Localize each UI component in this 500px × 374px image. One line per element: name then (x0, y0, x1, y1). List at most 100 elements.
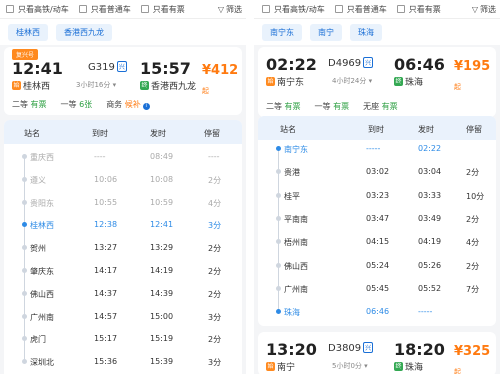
duration-text: 5小时0分 (332, 362, 362, 370)
checkbox-icon[interactable] (78, 5, 87, 13)
filter-normal-only[interactable]: 只看普通车 (334, 4, 387, 15)
stop-depart: 03:04 (418, 167, 442, 177)
filter-tickets-only[interactable]: 只看有票 (140, 4, 185, 15)
stop-station: 贺州 (30, 244, 46, 254)
header-station: 站名 (24, 129, 40, 138)
stop-depart: 03:49 (418, 213, 442, 223)
station-chip[interactable]: 珠海 (350, 23, 382, 41)
station-chip[interactable]: 桂林西 (8, 23, 48, 41)
train-number-text: G319 (88, 62, 115, 73)
stop-station: 肇庆东 (30, 267, 54, 276)
filter-button-label: 筛选 (480, 4, 496, 14)
train-card[interactable]: 02:22 D4969 兴 06:46 ¥195起 始南宁东 4小时24分 ▾ 终… (258, 47, 496, 117)
station-chip[interactable]: 南宁东 (262, 23, 302, 41)
stop-arrive: 03:47 (366, 213, 390, 223)
stop-depart: 05:52 (418, 283, 442, 293)
stop-stay: 3分 (208, 358, 222, 368)
checkbox-icon[interactable] (396, 5, 405, 13)
stop-depart: 14:39 (150, 288, 174, 298)
stop-depart: 12:41 (150, 220, 174, 230)
stop-row[interactable]: 桂平 03:23 03:33 10分 (258, 191, 496, 203)
stop-row[interactable]: 平南南 03:47 03:49 2分 (258, 214, 496, 226)
stop-row[interactable]: 广州南 05:45 05:52 7分 (258, 284, 496, 296)
stop-row[interactable]: 贵港 03:02 03:04 2分 (258, 167, 496, 179)
stop-station: 平南南 (284, 214, 308, 224)
filter-tickets-only[interactable]: 只看有票 (396, 4, 441, 15)
stop-station: 遵义 (30, 175, 46, 185)
duration-text: 4小时24分 (332, 77, 367, 85)
stop-arrive: ---- (94, 152, 106, 161)
stop-depart: 03:33 (418, 190, 442, 200)
stop-depart: 10:08 (150, 174, 174, 184)
stop-station: 贵港 (284, 168, 300, 178)
price-value: 412 (211, 63, 239, 78)
stop-row[interactable]: 南宁东 ----- 02:22 (258, 144, 496, 156)
stop-row[interactable]: 佛山西 05:24 05:26 2分 (258, 261, 496, 273)
filter-button[interactable]: ▽ 筛选 (218, 4, 246, 15)
stop-arrive: 10:06 (94, 174, 118, 184)
stop-arrive: 12:38 (94, 220, 118, 230)
from-station-name: 南宁东 (277, 77, 305, 88)
header-arrive: 到时 (92, 129, 108, 138)
stop-row[interactable]: 梧州南 04:15 04:19 4分 (258, 237, 496, 249)
start-tag-icon: 始 (266, 76, 275, 86)
stop-depart: 08:49 (150, 152, 174, 161)
stop-stay: 2分 (208, 267, 222, 276)
seat-second-class: 二等 有票 (266, 101, 301, 112)
station-chip[interactable]: 香港西九龙 (56, 23, 112, 41)
right-panel: 只看高铁/动车 只看普通车 只看有票 ▽ 筛选 南宁东 南宁 珠海 02:22 … (254, 0, 500, 374)
stop-arrive: 14:17 (94, 266, 118, 275)
filter-hsr-only[interactable]: 只看高铁/动车 (6, 4, 69, 15)
header-stay: 停留 (204, 129, 220, 138)
stop-row[interactable]: 珠海 06:46 ----- (258, 307, 496, 319)
header-stay: 停留 (466, 125, 482, 134)
filter-normal-only[interactable]: 只看普通车 (78, 4, 131, 15)
seat-availability: 二等 有票 一等 6张 商务 候补 i (12, 99, 164, 110)
stop-row[interactable]: 贵阳东 10:55 10:59 4分 (4, 198, 242, 210)
stop-row[interactable]: 贺州 13:27 13:29 2分 (4, 243, 242, 255)
price-value: 325 (463, 344, 491, 359)
stop-row[interactable]: 重庆西 ---- 08:49 ---- (4, 152, 242, 164)
stop-station: 广州南 (284, 284, 308, 294)
stop-arrive: ----- (366, 144, 381, 153)
header-depart: 发时 (418, 125, 434, 134)
seat-status: 候补 (124, 100, 141, 109)
stop-station: 深圳北 (30, 358, 54, 368)
checkbox-icon[interactable] (6, 5, 14, 13)
stop-stay: 4分 (208, 198, 222, 208)
train-card[interactable]: 13:20 D3809 兴 18:20 ¥325起 始南宁 5小时0分 ▾ 终珠海 (258, 332, 496, 374)
stop-row[interactable]: 桂林西 12:38 12:41 3分 (4, 220, 242, 232)
stop-stay: 3分 (208, 221, 222, 231)
stop-station: 虎门 (30, 335, 46, 345)
station-chip[interactable]: 南宁 (310, 23, 342, 41)
to-station-name: 珠海 (405, 77, 424, 88)
train-number-text: D4969 (328, 58, 362, 69)
funnel-icon: ▽ (471, 4, 478, 14)
info-icon[interactable]: i (142, 103, 150, 110)
seat-name: 无座 (363, 102, 380, 111)
seat-first-class: 一等 有票 (315, 101, 350, 112)
stop-stay: 2分 (466, 261, 480, 271)
funnel-icon: ▽ (217, 4, 224, 14)
filter-button[interactable]: ▽ 筛选 (472, 4, 500, 15)
header-arrive: 到时 (368, 125, 384, 134)
stop-row[interactable]: 虎门 15:17 15:19 2分 (4, 334, 242, 346)
stop-row[interactable]: 佛山西 14:37 14:39 2分 (4, 289, 242, 301)
checkbox-icon[interactable] (140, 5, 149, 13)
checkbox-icon[interactable] (334, 5, 343, 13)
seat-standing: 无座 有票 (363, 101, 398, 112)
from-station-name: 南宁 (277, 362, 296, 373)
stop-row[interactable]: 遵义 10:06 10:08 2分 (4, 175, 242, 187)
from-station: 始桂林西 (12, 79, 50, 92)
train-card[interactable]: 复兴号 12:41 G319 兴 15:57 ¥412起 始桂林西 3小时16分 … (4, 47, 242, 115)
stop-depart: 13:29 (150, 243, 174, 253)
to-station: 终珠海 (394, 360, 423, 373)
stop-row[interactable]: 肇庆东 14:17 14:19 2分 (4, 266, 242, 278)
checkbox-icon[interactable] (262, 5, 270, 13)
fuxing-icon: 兴 (363, 342, 374, 353)
filter-hsr-only[interactable]: 只看高铁/动车 (262, 4, 325, 15)
stop-row[interactable]: 深圳北 15:36 15:39 3分 (4, 357, 242, 369)
start-tag-icon: 始 (12, 80, 21, 90)
end-tag-icon: 终 (394, 76, 403, 86)
stop-row[interactable]: 广州南 14:57 15:00 3分 (4, 312, 242, 324)
